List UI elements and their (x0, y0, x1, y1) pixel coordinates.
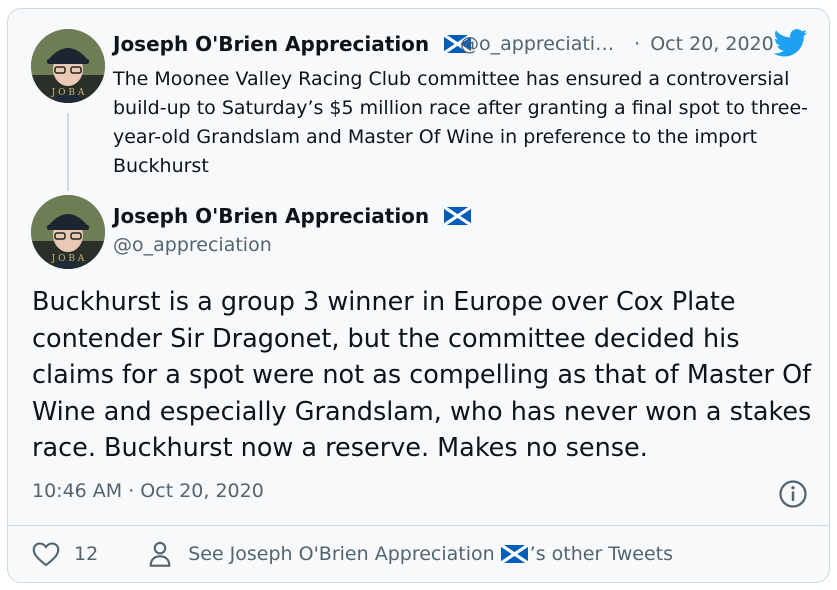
scotland-flag-icon (444, 207, 472, 225)
avatar[interactable]: J O B A (31, 195, 105, 269)
tweet-meta: @o_appreciati… · Oct 20, 2020 (460, 33, 774, 55)
separator: · (634, 33, 641, 55)
tweet-date[interactable]: Oct 20, 2020 (650, 33, 774, 55)
divider (8, 525, 829, 526)
tweet-text: Buckhurst is a group 3 winner in Europe … (32, 287, 812, 463)
scotland-flag-icon (500, 545, 528, 563)
tweet-card[interactable]: J O B A Joseph O'Brien Appreciation @o_a… (7, 8, 830, 583)
author-handle[interactable]: @o_appreciation (113, 234, 272, 256)
tweet-actions: 12 See Joseph O'Brien Appreciation ’s ot… (32, 539, 812, 569)
heart-icon[interactable] (32, 541, 60, 567)
twitter-bird-icon[interactable] (774, 29, 808, 57)
like-count[interactable]: 12 (74, 543, 98, 565)
person-icon (149, 541, 171, 567)
see-other-tweets-link[interactable]: See Joseph O'Brien Appreciation ’s other… (188, 543, 673, 565)
svg-text:J O B A: J O B A (51, 88, 85, 98)
see-other-tweets-suffix: ’s other Tweets (529, 543, 674, 565)
quoted-tweet-text: The Moonee Valley Racing Club committee … (113, 68, 808, 177)
avatar[interactable]: J O B A (31, 29, 105, 103)
info-icon[interactable] (778, 479, 808, 509)
thread-line (67, 113, 69, 191)
svg-text:J O B A: J O B A (51, 254, 85, 264)
tweet-timestamp[interactable]: 10:46 AM · Oct 20, 2020 (32, 480, 264, 502)
see-other-tweets-label: See Joseph O'Brien Appreciation (188, 543, 495, 565)
author-handle[interactable]: @o_appreciati… (460, 33, 614, 55)
author-name[interactable]: Joseph O'Brien Appreciation (113, 204, 472, 228)
author-name[interactable]: Joseph O'Brien Appreciation (113, 32, 472, 56)
